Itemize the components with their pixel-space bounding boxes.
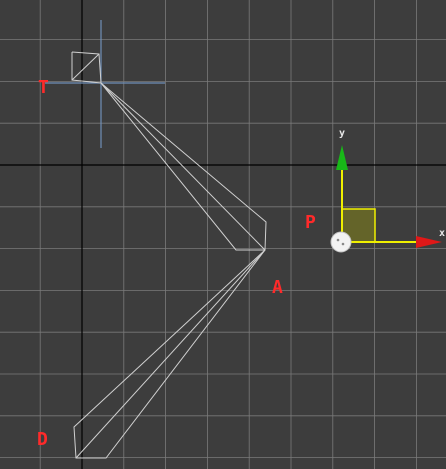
bone-lower-edge [75, 249, 266, 459]
transform-gizmo[interactable]: y x [330, 128, 445, 253]
viewport[interactable]: T P A D y x [0, 0, 446, 469]
bone-upper-edge [100, 82, 266, 251]
label-p: P [305, 212, 316, 233]
viewport-canvas[interactable]: T P A D y x [0, 0, 446, 469]
x-axis-label: x [439, 228, 445, 239]
label-a: A [272, 277, 283, 298]
y-axis-arrow-icon[interactable] [336, 145, 348, 170]
pivot-dot-icon [341, 242, 345, 246]
y-axis-label: y [339, 128, 345, 139]
label-t: T [38, 77, 49, 98]
label-d: D [37, 429, 48, 450]
pivot-dot-icon [336, 238, 340, 242]
pivot-point-icon[interactable] [330, 231, 352, 253]
bone-target-box-diagonal [71, 53, 100, 81]
